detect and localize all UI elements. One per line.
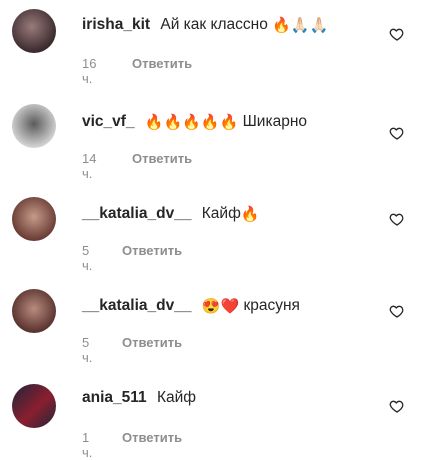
comment-line: __katalia_dv__ Кайф🔥 — [82, 204, 382, 225]
comment-line: vic_vf_ 🔥🔥🔥🔥🔥 Шикарно — [82, 112, 382, 133]
avatar[interactable] — [12, 197, 56, 241]
comment-item: __katalia_dv__ Кайф🔥 5 ч. Ответить — [0, 186, 428, 276]
comment-time: 14 ч. — [82, 151, 97, 181]
like-heart-icon[interactable] — [389, 125, 405, 141]
comment-username[interactable]: ania_511 — [82, 389, 147, 406]
comment-item: vic_vf_ 🔥🔥🔥🔥🔥 Шикарно 14 ч. Ответить — [0, 94, 428, 184]
avatar[interactable] — [12, 384, 56, 428]
comment-username[interactable]: irisha_kit — [82, 16, 150, 33]
reply-button[interactable]: Ответить — [122, 335, 182, 350]
comment-item: irisha_kit Ай как классно 🔥🙏🏻🙏🏻 16 ч. От… — [0, 0, 428, 90]
reply-button[interactable]: Ответить — [122, 243, 182, 258]
comment-username[interactable]: __katalia_dv__ — [82, 297, 191, 314]
comment-emojis: 🔥 — [240, 206, 260, 223]
reply-button[interactable]: Ответить — [132, 56, 192, 71]
comment-time: 16 ч. — [82, 56, 97, 86]
comment-username[interactable]: vic_vf_ — [82, 113, 135, 130]
reply-button[interactable]: Ответить — [132, 151, 192, 166]
comment-item: ania_511 Кайф 1 ч. Ответить — [0, 370, 428, 460]
comment-text: Ай как классно — [160, 16, 268, 33]
comment-emojis: 😍❤️ — [201, 298, 240, 315]
comment-time: 5 ч. — [82, 335, 93, 365]
comment-item: __katalia_dv__ 😍❤️ красуня 5 ч. Ответить — [0, 278, 428, 368]
avatar[interactable] — [12, 9, 56, 53]
comment-text: Кайф — [156, 389, 197, 406]
comment-emojis: 🔥🔥🔥🔥🔥 — [144, 114, 239, 131]
comment-line: irisha_kit Ай как классно 🔥🙏🏻🙏🏻 — [82, 15, 382, 36]
like-heart-icon[interactable] — [389, 26, 405, 42]
avatar[interactable] — [12, 104, 56, 148]
like-heart-icon[interactable] — [389, 398, 405, 414]
comment-text: красуня — [243, 297, 300, 314]
comment-time: 1 ч. — [82, 430, 93, 460]
comment-emojis: 🔥🙏🏻🙏🏻 — [272, 17, 329, 34]
avatar[interactable] — [12, 289, 56, 333]
comment-text: Кайф — [201, 205, 241, 222]
comment-line: ania_511 Кайф — [82, 388, 382, 409]
like-heart-icon[interactable] — [389, 303, 405, 319]
comment-text: Шикарно — [242, 113, 308, 130]
like-heart-icon[interactable] — [389, 211, 405, 227]
reply-button[interactable]: Ответить — [122, 430, 182, 445]
comment-username[interactable]: __katalia_dv__ — [82, 205, 191, 222]
comment-time: 5 ч. — [82, 243, 93, 273]
comment-line: __katalia_dv__ 😍❤️ красуня — [82, 296, 382, 317]
